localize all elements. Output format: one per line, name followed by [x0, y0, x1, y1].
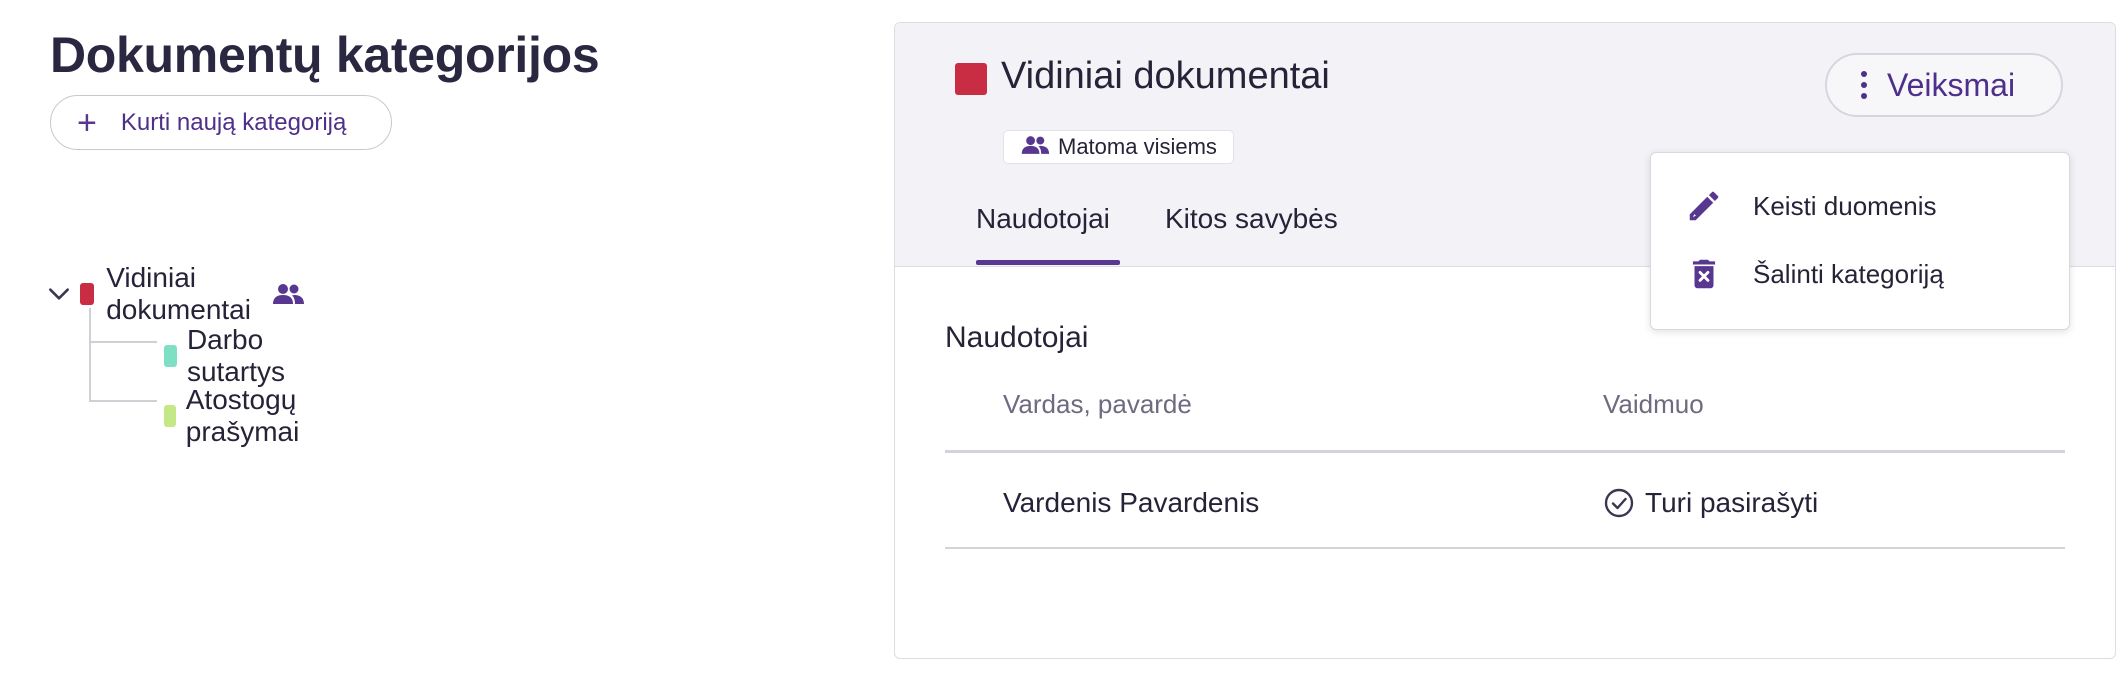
column-header-role: Vaidmuo — [1603, 389, 1704, 419]
tab-naudotojai[interactable]: Naudotojai — [976, 203, 1110, 235]
check-circle-icon — [1603, 487, 1635, 519]
create-category-button[interactable]: + Kurti naują kategoriją — [50, 95, 392, 150]
pencil-icon — [1685, 187, 1723, 225]
menu-item-label: Keisti duomenis — [1753, 190, 1937, 221]
category-color-swatch — [164, 405, 176, 427]
actions-label: Veiksmai — [1887, 66, 2016, 103]
tree-connector — [89, 341, 157, 343]
menu-item-label: Šalinti kategoriją — [1753, 258, 1944, 289]
cell-user-name: Vardenis Pavardenis — [1003, 487, 1260, 518]
trash-icon — [1685, 255, 1723, 293]
category-detail-panel: Vidiniai dokumentai Matoma visiems Naudo… — [894, 22, 2116, 659]
tree-item-vidiniai-dokumentai[interactable]: Vidiniai dokumentai — [46, 262, 305, 326]
group-icon — [1020, 134, 1050, 161]
tree-item-atostogu-prasymai[interactable]: Atostogų prašymai — [164, 384, 310, 448]
more-vertical-icon — [1861, 71, 1867, 99]
actions-button[interactable]: Veiksmai — [1825, 53, 2063, 117]
category-color-swatch — [164, 345, 177, 367]
tab-kitos-savybes[interactable]: Kitos savybės — [1165, 203, 1338, 235]
table-row-divider — [945, 547, 2065, 549]
active-tab-indicator — [976, 260, 1120, 265]
detail-title: Vidiniai dokumentai — [1001, 55, 1330, 97]
tree-item-label: Atostogų prašymai — [185, 384, 300, 447]
tree-item-label: Darbo sutartys — [186, 324, 285, 387]
plus-icon: + — [77, 103, 97, 142]
menu-item-edit[interactable]: Keisti duomenis — [1651, 175, 2069, 237]
menu-item-delete[interactable]: Šalinti kategoriją — [1651, 243, 2069, 305]
visibility-badge: Matoma visiems — [1003, 130, 1234, 164]
table-header-divider — [945, 450, 2065, 453]
actions-menu: Keisti duomenis Šalinti kategoriją — [1650, 152, 2070, 330]
tree-item-darbo-sutartys[interactable]: Darbo sutartys — [164, 324, 294, 388]
role-label: Turi pasirašyti — [1645, 487, 1819, 518]
category-color-swatch — [955, 63, 987, 95]
cell-user-role: Turi pasirašyti — [1603, 487, 1818, 519]
create-category-label: Kurti naują kategoriją — [120, 108, 347, 136]
tree-item-label: Vidiniai dokumentai — [106, 262, 251, 325]
column-header-name: Vardas, pavardė — [1003, 389, 1192, 419]
category-color-swatch — [80, 283, 95, 305]
group-icon — [271, 281, 305, 307]
section-title: Naudotojai — [945, 321, 1089, 354]
visibility-label: Matoma visiems — [1058, 134, 1217, 159]
page-title: Dokumentų kategorijos — [50, 27, 600, 83]
tree-connector — [89, 400, 157, 402]
chevron-down-icon[interactable] — [46, 279, 72, 309]
